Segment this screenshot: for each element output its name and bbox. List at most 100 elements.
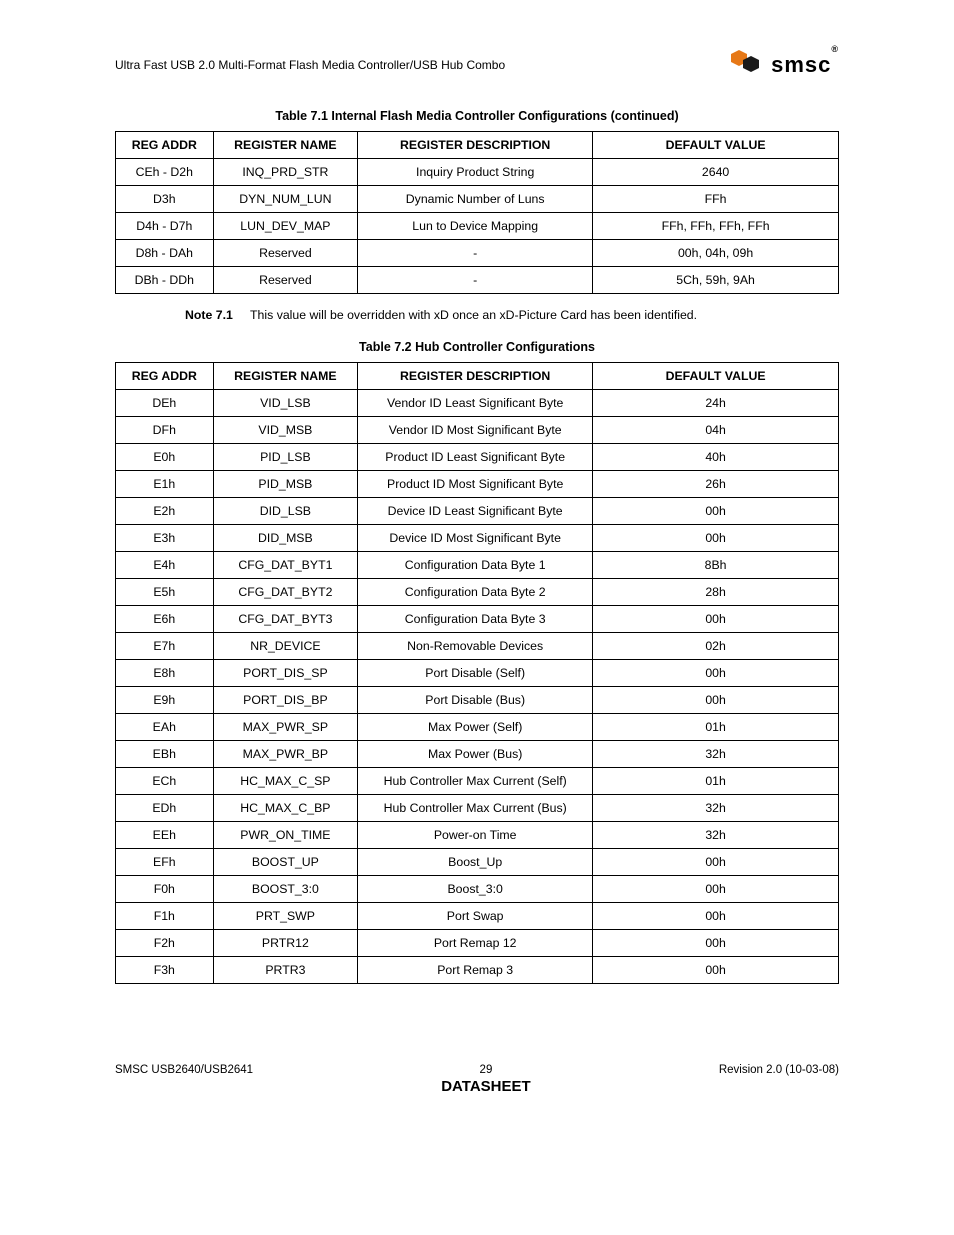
cell: 00h — [593, 876, 839, 903]
cell: MAX_PWR_SP — [213, 714, 358, 741]
cell: 00h — [593, 606, 839, 633]
col-header: REGISTER NAME — [213, 132, 358, 159]
cell: E6h — [116, 606, 214, 633]
cell: 00h — [593, 930, 839, 957]
cell: VID_LSB — [213, 390, 358, 417]
cell: 02h — [593, 633, 839, 660]
cell: EFh — [116, 849, 214, 876]
cell: DEh — [116, 390, 214, 417]
table-row: EFhBOOST_UPBoost_Up00h — [116, 849, 839, 876]
cell: F3h — [116, 957, 214, 984]
footer-right: Revision 2.0 (10-03-08) — [719, 1064, 839, 1095]
cell: Configuration Data Byte 1 — [358, 552, 593, 579]
cell: CEh - D2h — [116, 159, 214, 186]
page-footer: SMSC USB2640/USB2641 29 DATASHEET Revisi… — [115, 1064, 839, 1095]
table-row: E9hPORT_DIS_BPPort Disable (Bus)00h — [116, 687, 839, 714]
table-row: E1hPID_MSBProduct ID Most Significant By… — [116, 471, 839, 498]
page: Ultra Fast USB 2.0 Multi-Format Flash Me… — [0, 0, 954, 1125]
table1-title: Table 7.1 Internal Flash Media Controlle… — [115, 109, 839, 123]
cell: - — [358, 267, 593, 294]
cell: DID_LSB — [213, 498, 358, 525]
table-row: DFhVID_MSBVendor ID Most Significant Byt… — [116, 417, 839, 444]
cell: PORT_DIS_SP — [213, 660, 358, 687]
cell: DID_MSB — [213, 525, 358, 552]
cell: 00h — [593, 498, 839, 525]
cell: 28h — [593, 579, 839, 606]
cell: HC_MAX_C_BP — [213, 795, 358, 822]
table-row: E6hCFG_DAT_BYT3Configuration Data Byte 3… — [116, 606, 839, 633]
note-label: Note 7.1 — [185, 308, 233, 322]
cell: Boost_3:0 — [358, 876, 593, 903]
cell: Vendor ID Most Significant Byte — [358, 417, 593, 444]
cell: INQ_PRD_STR — [213, 159, 358, 186]
cell: 01h — [593, 714, 839, 741]
table-row: CEh - D2hINQ_PRD_STRInquiry Product Stri… — [116, 159, 839, 186]
table-row: EAhMAX_PWR_SPMax Power (Self)01h — [116, 714, 839, 741]
col-header: DEFAULT VALUE — [593, 363, 839, 390]
cell: Non-Removable Devices — [358, 633, 593, 660]
registered-mark: ® — [831, 44, 839, 54]
cell: Port Disable (Bus) — [358, 687, 593, 714]
cell: PWR_ON_TIME — [213, 822, 358, 849]
cell: 8Bh — [593, 552, 839, 579]
datasheet-label: DATASHEET — [253, 1078, 719, 1095]
cell: E7h — [116, 633, 214, 660]
logo-text: smsc® — [771, 52, 839, 78]
table-row: E3hDID_MSBDevice ID Most Significant Byt… — [116, 525, 839, 552]
cell: Max Power (Self) — [358, 714, 593, 741]
note-7-1: Note 7.1 This value will be overridden w… — [115, 308, 839, 322]
logo: smsc® — [731, 50, 839, 79]
cell: FFh, FFh, FFh, FFh — [593, 213, 839, 240]
cell: 32h — [593, 795, 839, 822]
table-row: D8h - DAhReserved-00h, 04h, 09h — [116, 240, 839, 267]
note-text: This value will be overridden with xD on… — [250, 308, 697, 322]
cell: 32h — [593, 741, 839, 768]
table-row: E8hPORT_DIS_SPPort Disable (Self)00h — [116, 660, 839, 687]
cell: Configuration Data Byte 2 — [358, 579, 593, 606]
table-row: E4hCFG_DAT_BYT1Configuration Data Byte 1… — [116, 552, 839, 579]
cell: PRTR12 — [213, 930, 358, 957]
cell: E1h — [116, 471, 214, 498]
cell: DBh - DDh — [116, 267, 214, 294]
cell: - — [358, 240, 593, 267]
cell: E5h — [116, 579, 214, 606]
cell: BOOST_UP — [213, 849, 358, 876]
table-row: F3hPRTR3Port Remap 300h — [116, 957, 839, 984]
table-row: DEhVID_LSBVendor ID Least Significant By… — [116, 390, 839, 417]
cell: D4h - D7h — [116, 213, 214, 240]
cell: PID_MSB — [213, 471, 358, 498]
cell: 00h, 04h, 09h — [593, 240, 839, 267]
table2: REG ADDR REGISTER NAME REGISTER DESCRIPT… — [115, 362, 839, 984]
table-row: D3hDYN_NUM_LUNDynamic Number of LunsFFh — [116, 186, 839, 213]
cell: Product ID Most Significant Byte — [358, 471, 593, 498]
cell: E4h — [116, 552, 214, 579]
cell: E2h — [116, 498, 214, 525]
table-header-row: REG ADDR REGISTER NAME REGISTER DESCRIPT… — [116, 132, 839, 159]
cell: 00h — [593, 687, 839, 714]
cell: EEh — [116, 822, 214, 849]
col-header: REGISTER DESCRIPTION — [358, 363, 593, 390]
cell: 40h — [593, 444, 839, 471]
cell: 00h — [593, 957, 839, 984]
cell: Inquiry Product String — [358, 159, 593, 186]
cell: CFG_DAT_BYT1 — [213, 552, 358, 579]
footer-left: SMSC USB2640/USB2641 — [115, 1064, 253, 1095]
cell: Power-on Time — [358, 822, 593, 849]
cell: 32h — [593, 822, 839, 849]
table-row: F2hPRTR12Port Remap 1200h — [116, 930, 839, 957]
table-row: EChHC_MAX_C_SPHub Controller Max Current… — [116, 768, 839, 795]
cell: E9h — [116, 687, 214, 714]
cell: FFh — [593, 186, 839, 213]
cell: E3h — [116, 525, 214, 552]
doc-title: Ultra Fast USB 2.0 Multi-Format Flash Me… — [115, 58, 505, 72]
cell: Port Swap — [358, 903, 593, 930]
cell: DYN_NUM_LUN — [213, 186, 358, 213]
cell: NR_DEVICE — [213, 633, 358, 660]
cell: MAX_PWR_BP — [213, 741, 358, 768]
cell: Reserved — [213, 267, 358, 294]
cell: F0h — [116, 876, 214, 903]
table-header-row: REG ADDR REGISTER NAME REGISTER DESCRIPT… — [116, 363, 839, 390]
cell: PID_LSB — [213, 444, 358, 471]
cell: Hub Controller Max Current (Bus) — [358, 795, 593, 822]
col-header: REGISTER DESCRIPTION — [358, 132, 593, 159]
